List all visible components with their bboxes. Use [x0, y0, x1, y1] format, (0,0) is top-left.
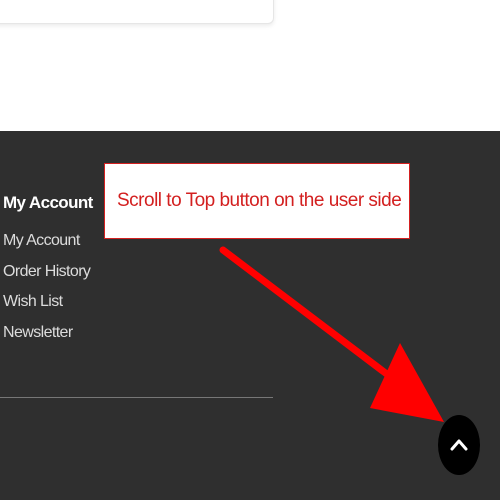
- footer-link-item: Order History: [3, 262, 93, 293]
- footer-link-my-account[interactable]: My Account: [3, 231, 80, 251]
- annotation-callout-box: Scroll to Top button on the user side: [104, 163, 410, 239]
- footer-column-heading: My Account: [3, 193, 93, 212]
- footer-link-list: My Account Order History Wish List Newsl…: [3, 231, 93, 353]
- annotation-callout-text: Scroll to Top button on the user side: [117, 190, 402, 211]
- footer-link-order-history[interactable]: Order History: [3, 262, 91, 282]
- footer-link-newsletter[interactable]: Newsletter: [3, 323, 73, 343]
- content-card-bottom-edge: [0, 0, 274, 24]
- chevron-up-icon: [450, 439, 468, 451]
- footer-divider: [0, 397, 273, 398]
- scroll-to-top-button[interactable]: [438, 415, 480, 475]
- footer-my-account-column: My Account My Account Order History Wish…: [3, 193, 93, 353]
- footer-link-item: Wish List: [3, 292, 93, 323]
- footer-link-item: Newsletter: [3, 323, 93, 354]
- footer-link-item: My Account: [3, 231, 93, 262]
- footer-link-wish-list[interactable]: Wish List: [3, 292, 63, 312]
